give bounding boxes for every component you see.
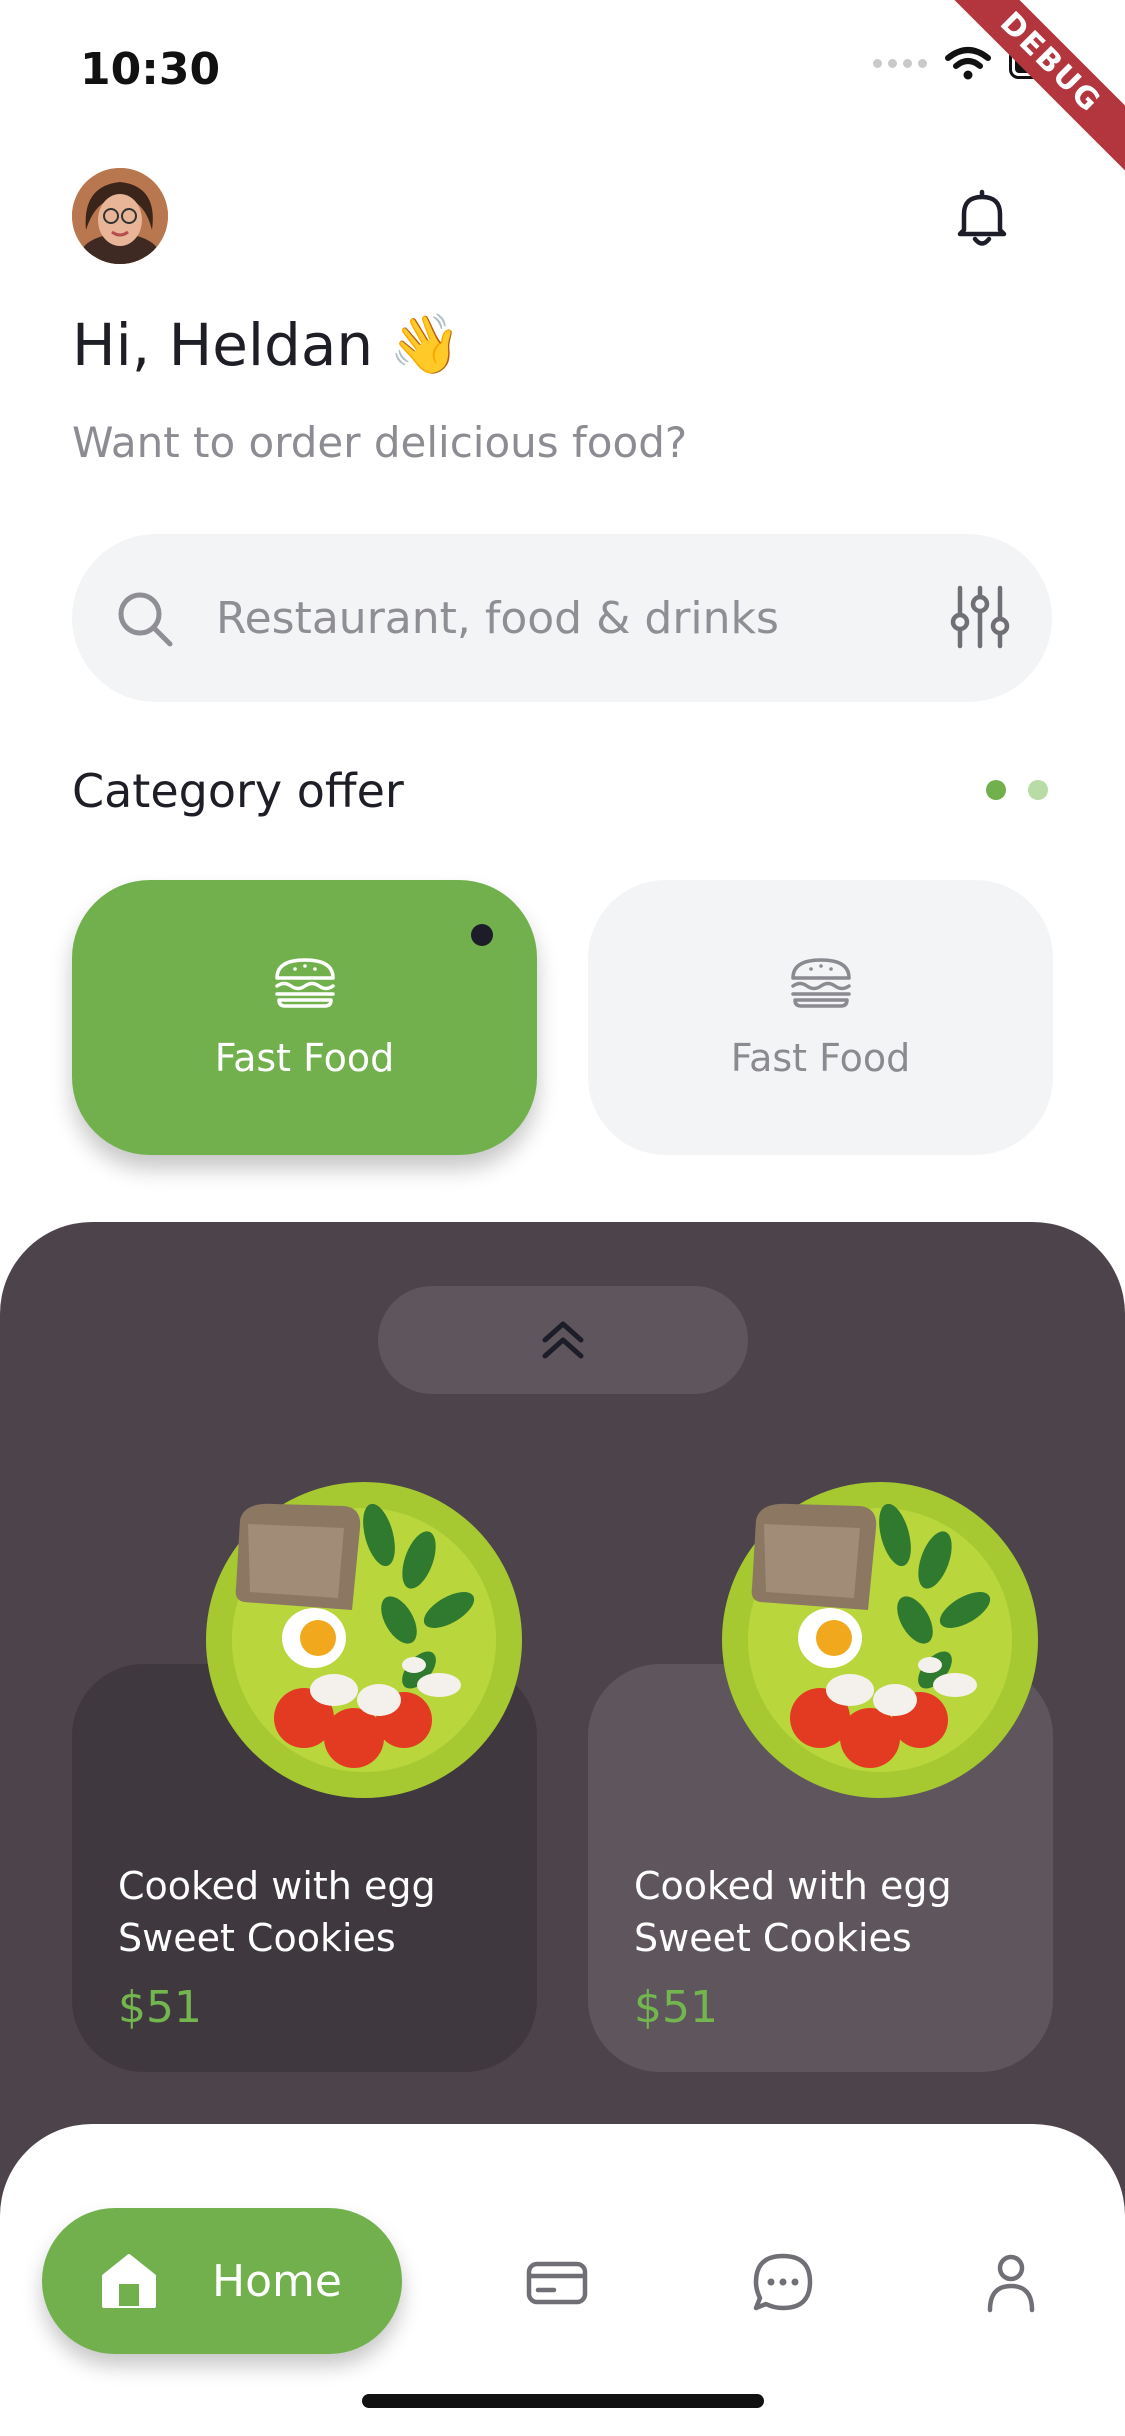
avatar-image: [72, 168, 168, 264]
bell-icon[interactable]: [950, 186, 1014, 250]
food-plate-image: [722, 1482, 1038, 1798]
category-label: Fast Food: [214, 1035, 395, 1080]
expand-handle[interactable]: [378, 1286, 748, 1394]
avatar[interactable]: [72, 168, 168, 264]
subtitle: Want to order delicious food?: [72, 418, 688, 467]
category-label: Fast Food: [730, 1035, 911, 1080]
nav-home-button[interactable]: Home: [42, 2208, 402, 2354]
wifi-icon: [945, 47, 991, 80]
chat-icon[interactable]: [750, 2250, 816, 2316]
food-name-line2: Sweet Cookies: [634, 1916, 912, 1960]
category-card-fast-food[interactable]: Fast Food: [588, 880, 1053, 1155]
filter-icon[interactable]: [950, 582, 1010, 652]
status-time: 10:30: [80, 44, 221, 95]
food-plate-image: [206, 1482, 522, 1798]
selected-indicator: [471, 924, 493, 946]
search-input[interactable]: [216, 574, 856, 662]
food-price: $51: [118, 1982, 202, 2033]
food-name-line1: Cooked with egg: [118, 1864, 436, 1908]
burger-icon: [274, 957, 335, 1008]
category-pager: [986, 780, 1048, 800]
home-icon: [102, 2254, 156, 2308]
category-card-fast-food-active[interactable]: Fast Food: [72, 880, 537, 1155]
food-name: Cooked with egg Sweet Cookies: [634, 1860, 1034, 1964]
bottom-nav: Home: [0, 2124, 1125, 2436]
home-indicator[interactable]: [362, 2394, 764, 2408]
food-name-line1: Cooked with egg: [634, 1864, 952, 1908]
pager-dot-active[interactable]: [986, 780, 1006, 800]
greeting: Hi, Heldan 👋: [72, 310, 461, 379]
greeting-text: Hi, Heldan: [72, 310, 374, 379]
signal-icon: [873, 58, 927, 68]
search-bar[interactable]: [72, 534, 1052, 702]
food-name-line2: Sweet Cookies: [118, 1916, 396, 1960]
food-price: $51: [634, 1982, 718, 2033]
debug-banner: DEBUG: [931, 0, 1125, 182]
profile-icon[interactable]: [978, 2250, 1044, 2316]
search-icon: [118, 592, 173, 647]
category-title: Category offer: [72, 764, 404, 818]
food-name: Cooked with egg Sweet Cookies: [118, 1860, 518, 1964]
card-icon[interactable]: [524, 2250, 590, 2316]
chevron-double-up-icon: [542, 1321, 584, 1359]
burger-icon: [790, 957, 851, 1008]
waving-hand-icon: 👋: [389, 310, 462, 378]
pager-dot[interactable]: [1028, 780, 1048, 800]
nav-home-label: Home: [212, 2255, 342, 2307]
